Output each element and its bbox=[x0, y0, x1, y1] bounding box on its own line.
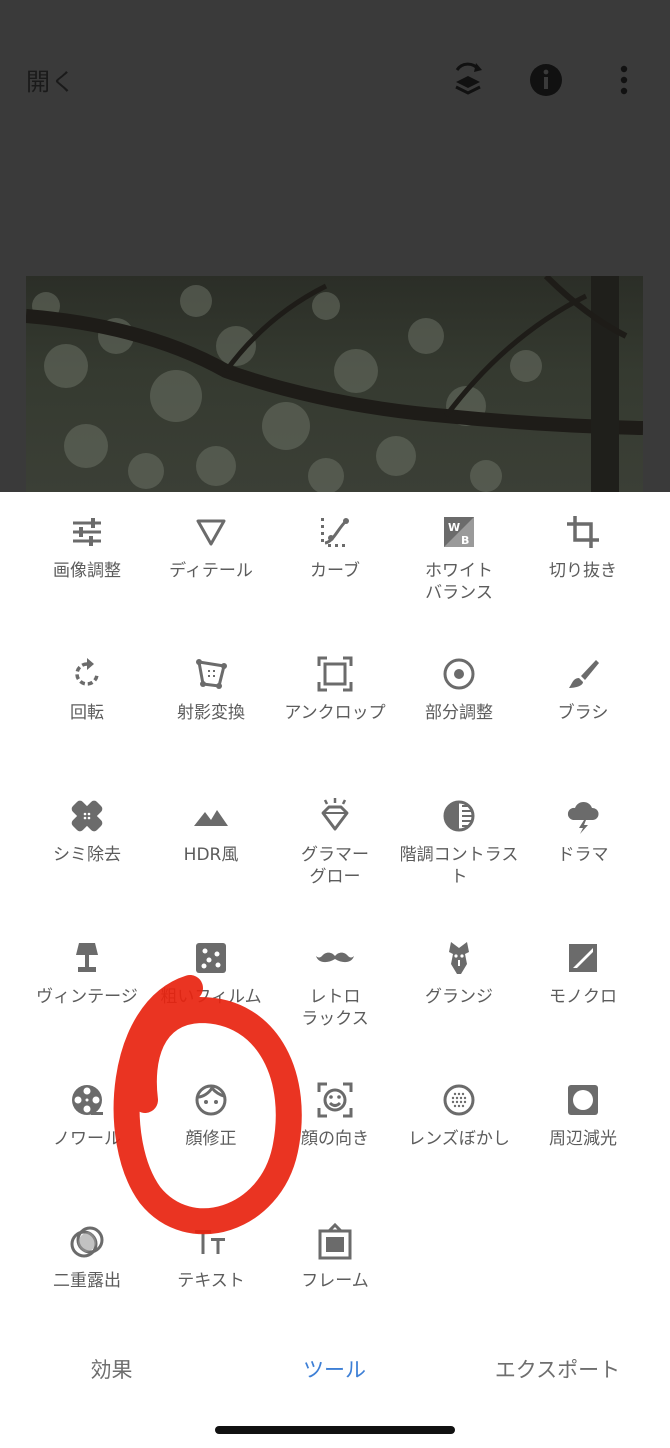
tool-label: カーブ bbox=[310, 561, 360, 581]
tool-label: モノクロ bbox=[549, 987, 617, 1007]
open-button[interactable]: 開く bbox=[26, 62, 76, 97]
home-indicator bbox=[215, 1426, 455, 1434]
brush-icon bbox=[569, 660, 599, 688]
tool-label: HDR風 bbox=[183, 845, 239, 865]
tool-label: 切り抜き bbox=[549, 561, 617, 581]
hdr-mountain-icon bbox=[194, 810, 228, 826]
details-triangle-icon bbox=[196, 519, 226, 546]
curves-icon bbox=[321, 518, 349, 547]
tools-panel: 画像調整 ディテール カーブ W B ホワイト バランス 切り抜き 回転 射影変… bbox=[0, 492, 670, 1318]
svg-text:B: B bbox=[461, 534, 469, 547]
tool-label: シミ除去 bbox=[53, 845, 121, 865]
tool-label: 顔修正 bbox=[185, 1129, 237, 1149]
black-white-icon bbox=[569, 944, 597, 972]
info-icon[interactable] bbox=[526, 60, 566, 100]
tool-rotate[interactable]: 回転 bbox=[20, 634, 154, 776]
tool-hdr[interactable]: HDR風 bbox=[144, 776, 278, 918]
text-icon bbox=[195, 1230, 225, 1254]
tool-label: 射影変換 bbox=[177, 703, 245, 723]
tool-label: 部分調整 bbox=[425, 703, 493, 723]
frame-icon bbox=[318, 1222, 352, 1260]
tool-crop[interactable]: 切り抜き bbox=[516, 492, 650, 634]
tool-label: 顔の向き bbox=[301, 1129, 369, 1149]
crop-icon bbox=[567, 516, 599, 548]
tool-label: ホワイト バランス bbox=[425, 561, 493, 603]
vintage-lamp-icon bbox=[76, 943, 98, 972]
layers-icon[interactable] bbox=[448, 60, 488, 100]
tab-export[interactable]: エクスポート bbox=[446, 1354, 669, 1384]
tool-black-white[interactable]: モノクロ bbox=[516, 918, 650, 1060]
tool-drama[interactable]: ドラマ bbox=[516, 776, 650, 918]
expand-icon bbox=[317, 656, 353, 692]
perspective-icon bbox=[196, 659, 227, 689]
tool-noir[interactable]: ノワール bbox=[20, 1060, 154, 1202]
tonal-contrast-icon bbox=[443, 800, 475, 832]
tab-tools[interactable]: ツール bbox=[223, 1354, 446, 1384]
tool-label: 階調コントラスト bbox=[399, 845, 519, 887]
tool-grunge[interactable]: グランジ bbox=[392, 918, 526, 1060]
tune-icon bbox=[73, 518, 101, 546]
tool-label: ブラシ bbox=[557, 703, 609, 723]
lens-blur-icon bbox=[443, 1084, 475, 1116]
svg-text:W: W bbox=[448, 521, 460, 534]
vignette-icon bbox=[568, 1085, 598, 1115]
tool-details[interactable]: ディテール bbox=[144, 492, 278, 634]
grunge-icon bbox=[449, 942, 469, 974]
tool-label: アンクロップ bbox=[284, 703, 386, 723]
grainy-film-icon bbox=[196, 943, 226, 973]
tool-curves[interactable]: カーブ bbox=[268, 492, 402, 634]
double-exposure-icon bbox=[70, 1226, 104, 1258]
photo-preview bbox=[26, 276, 643, 492]
film-reel-icon bbox=[72, 1085, 103, 1115]
tool-label: ドラマ bbox=[557, 845, 609, 865]
tool-glamour-glow[interactable]: グラマー グロー bbox=[268, 776, 402, 918]
tool-label: 画像調整 bbox=[53, 561, 121, 581]
tool-label: ヴィンテージ bbox=[36, 987, 138, 1007]
tool-face-enhance[interactable]: 顔修正 bbox=[144, 1060, 278, 1202]
tool-perspective[interactable]: 射影変換 bbox=[144, 634, 278, 776]
tool-white-balance[interactable]: W B ホワイト バランス bbox=[392, 492, 526, 634]
tool-image-adjust[interactable]: 画像調整 bbox=[20, 492, 154, 634]
tool-brush[interactable]: ブラシ bbox=[516, 634, 650, 776]
rotate-icon bbox=[75, 658, 99, 686]
editor-header-area: 開く bbox=[0, 0, 670, 492]
mustache-icon bbox=[316, 952, 354, 963]
tool-label: 回転 bbox=[70, 703, 104, 723]
tool-label: 周辺減光 bbox=[549, 1129, 617, 1149]
healing-icon bbox=[71, 800, 103, 832]
tool-label: グランジ bbox=[425, 987, 493, 1007]
selective-icon bbox=[443, 658, 475, 690]
tool-selective[interactable]: 部分調整 bbox=[392, 634, 526, 776]
glamour-glow-icon bbox=[321, 798, 349, 831]
tab-looks[interactable]: 効果 bbox=[0, 1354, 223, 1384]
more-vertical-icon[interactable] bbox=[604, 60, 644, 100]
tool-lens-blur[interactable]: レンズぼかし bbox=[392, 1060, 526, 1202]
tool-vintage[interactable]: ヴィンテージ bbox=[20, 918, 154, 1060]
tool-face-pose[interactable]: 顔の向き bbox=[268, 1060, 402, 1202]
drama-cloud-icon bbox=[567, 801, 599, 834]
face-icon bbox=[195, 1084, 227, 1116]
tool-healing[interactable]: シミ除去 bbox=[20, 776, 154, 918]
tool-retrolux[interactable]: レトロ ラックス bbox=[268, 918, 402, 1060]
white-balance-icon: W B bbox=[444, 517, 474, 547]
tool-expand[interactable]: アンクロップ bbox=[268, 634, 402, 776]
tool-label: 粗いフィルム bbox=[160, 987, 262, 1007]
tool-label: レンズぼかし bbox=[408, 1129, 510, 1149]
tool-label: ディテール bbox=[169, 561, 253, 581]
tool-label: テキスト bbox=[177, 1271, 245, 1291]
tool-label: グラマー グロー bbox=[301, 845, 369, 887]
tool-label: レトロ ラックス bbox=[301, 987, 369, 1029]
tool-label: ノワール bbox=[53, 1129, 121, 1149]
face-pose-icon bbox=[317, 1082, 353, 1118]
tool-label: フレーム bbox=[301, 1271, 369, 1291]
tool-vignette[interactable]: 周辺減光 bbox=[516, 1060, 650, 1202]
tool-label: 二重露出 bbox=[53, 1271, 121, 1291]
tool-grainy-film[interactable]: 粗いフィルム bbox=[144, 918, 278, 1060]
tool-tonal-contrast[interactable]: 階調コントラスト bbox=[392, 776, 526, 918]
